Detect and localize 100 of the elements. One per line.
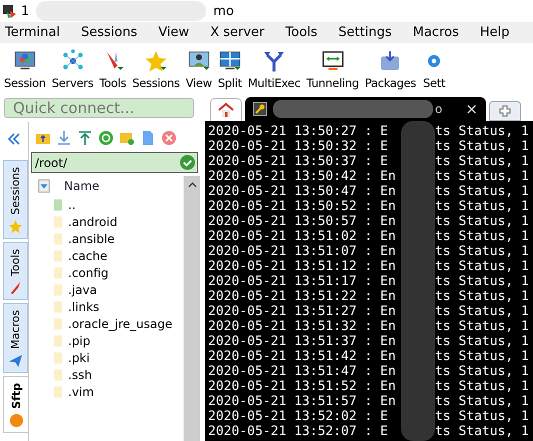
toolbar-button[interactable]: Servers	[52, 48, 94, 90]
log-line: 2020-05-21 13:50:37 : E	[208, 154, 388, 169]
menu-item[interactable]: Sessions	[80, 25, 138, 40]
folder-icon	[54, 250, 62, 262]
log-line: 2020-05-21 13:51:27 : En	[208, 304, 396, 319]
house-icon	[218, 102, 234, 118]
folder-icon	[54, 216, 62, 228]
log-line: 2020-05-21 13:50:27 : E	[208, 124, 388, 139]
log-line: 2020-05-21 13:52:07 : E	[208, 424, 388, 439]
delete-icon[interactable]	[161, 130, 177, 146]
log-line: 2020-05-21 13:50:32 : E	[208, 139, 388, 154]
file-name[interactable]: .vim	[68, 384, 94, 398]
file-name[interactable]: .oracle_jre_usage	[68, 316, 172, 330]
globe-icon	[8, 412, 24, 428]
menu-item[interactable]: View	[158, 25, 190, 40]
folder-icon	[54, 334, 62, 346]
window-title: 1	[21, 4, 30, 18]
folder-icon	[54, 352, 62, 364]
log-line: 2020-05-21 13:51:52 : En	[208, 379, 396, 394]
file-name[interactable]: .cache	[68, 248, 108, 262]
scrollbar[interactable]	[183, 176, 200, 441]
scroll-up-icon[interactable]	[188, 182, 196, 188]
log-line: 2020-05-21 13:50:47 : En	[208, 184, 396, 199]
log-line: ts Status, 1	[434, 259, 529, 274]
file-filter-icon	[37, 179, 51, 193]
log-line: ts Status, 1	[434, 184, 529, 199]
log-line: ts Status, 1	[434, 364, 529, 379]
paper-plane-icon	[8, 352, 23, 368]
file-name[interactable]: .config	[68, 266, 109, 280]
log-line: 2020-05-21 13:51:07 : En	[208, 244, 396, 259]
menu-item[interactable]: Terminal	[5, 25, 60, 40]
log-line: ts Status, 1	[434, 139, 529, 154]
side-tab[interactable]: Sftp	[3, 376, 28, 433]
refresh-icon[interactable]	[98, 130, 114, 146]
tunnel-icon	[320, 48, 345, 72]
new-tab-button[interactable]	[489, 101, 521, 121]
log-line: 2020-05-21 13:51:17 : En	[208, 274, 396, 289]
folder-icon	[54, 318, 62, 330]
new-file-icon[interactable]	[140, 130, 156, 146]
log-line: 2020-05-21 13:51:22 : En	[208, 289, 396, 304]
toolbar-button[interactable]: Sett	[422, 48, 446, 90]
close-tab-button[interactable]: ×	[465, 100, 478, 118]
menu-item[interactable]: Help	[480, 25, 510, 40]
log-line: ts Status, 1	[434, 229, 529, 244]
window-title: mo	[213, 4, 234, 18]
log-line: 2020-05-21 13:51:02 : En	[208, 229, 396, 244]
log-line: ts Status, 1	[434, 424, 529, 439]
toolbar-button[interactable]: Tools	[99, 48, 126, 90]
toolbar-button[interactable]: Packages	[364, 48, 416, 90]
menu-item[interactable]: Tools	[285, 25, 318, 40]
log-line: ts Status, 1	[434, 379, 529, 394]
toolbar-button[interactable]: Sessions	[132, 48, 180, 90]
file-name[interactable]: .ssh	[68, 368, 92, 382]
log-line: 2020-05-21 13:51:57 : En	[208, 394, 396, 409]
double-chevron-icon[interactable]	[7, 132, 21, 146]
checkmark-icon[interactable]	[180, 155, 195, 170]
quick-connect-field[interactable]: Quick connect...	[4, 98, 194, 118]
file-name[interactable]: .pki	[68, 350, 90, 364]
folder-icon	[54, 266, 62, 278]
new-folder-icon[interactable]	[119, 130, 135, 146]
file-name[interactable]: .pip	[68, 334, 90, 348]
log-line: 2020-05-21 13:50:42 : En	[208, 169, 396, 184]
toolbar-button[interactable]: Session	[4, 48, 46, 90]
menu-item[interactable]: Macros	[412, 25, 459, 40]
log-line: 2020-05-21 13:51:42 : En	[208, 349, 396, 364]
log-line: ts Status, 1	[434, 304, 529, 319]
log-line: 2020-05-21 13:52:02 : E	[208, 409, 388, 424]
toolbar-button[interactable]: View	[186, 48, 212, 90]
file-name[interactable]: .java	[68, 282, 97, 296]
plus-icon	[499, 105, 511, 117]
log-line: ts Status, 1	[434, 124, 529, 139]
file-name[interactable]: .ansible	[68, 232, 115, 246]
side-tab[interactable]: Tools	[3, 242, 28, 300]
download-icon[interactable]	[56, 130, 72, 146]
menu-item[interactable]: Settings	[338, 25, 392, 40]
column-header[interactable]: Name	[64, 179, 100, 193]
file-name[interactable]: ..	[68, 198, 76, 212]
toolbar-button[interactable]: MultiExec	[248, 48, 300, 90]
log-line: ts Status, 1	[434, 319, 529, 334]
log-line: ts Status, 1	[434, 289, 529, 304]
toolbar-button[interactable]: Split	[218, 48, 242, 90]
star-icon	[8, 218, 23, 234]
file-name[interactable]: .android	[68, 214, 118, 228]
split-screen-icon	[218, 48, 242, 72]
terminal-tab[interactable]: o ×	[245, 97, 486, 121]
folder-icon	[54, 386, 62, 398]
path-field[interactable]: /root/	[31, 152, 198, 173]
upload-icon[interactable]	[77, 130, 93, 146]
file-name[interactable]: .links	[68, 300, 100, 314]
log-line: ts Status, 1	[434, 214, 529, 229]
log-line: ts Status, 1	[434, 409, 529, 424]
side-tab[interactable]: Sessions	[3, 160, 28, 239]
monitor-icon	[12, 48, 37, 72]
log-line: ts Status, 1	[434, 244, 529, 259]
side-tab[interactable]: Macros	[3, 302, 28, 373]
folder-icon	[54, 368, 62, 380]
toolbar-button[interactable]: Tunneling	[306, 48, 359, 90]
menu-item[interactable]: X server	[210, 25, 264, 40]
folder-icon	[54, 232, 62, 244]
home-tab[interactable]	[210, 98, 242, 121]
